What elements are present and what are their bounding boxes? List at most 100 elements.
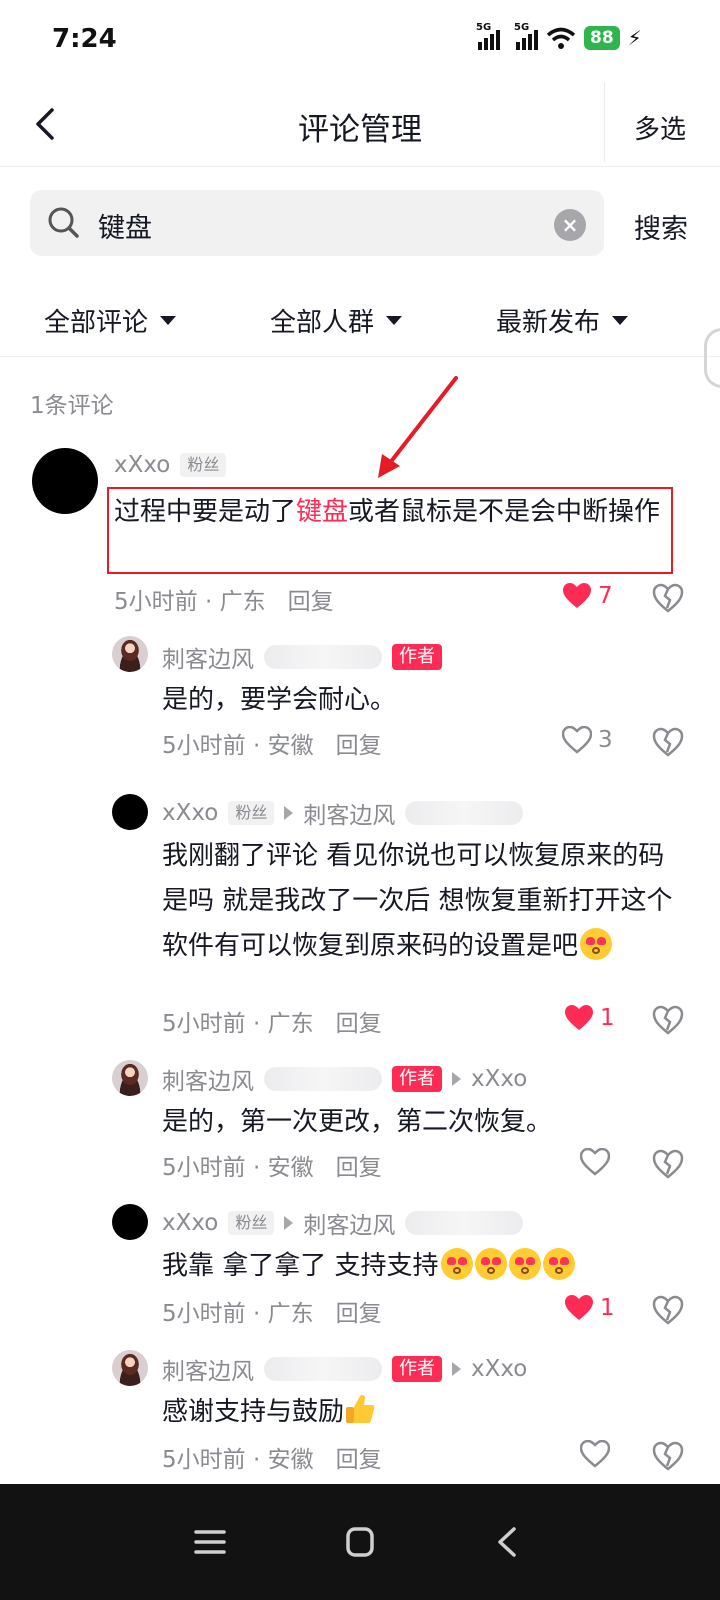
like-button[interactable] xyxy=(580,1440,616,1468)
wifi-icon xyxy=(546,27,576,49)
annotation-arrow-icon xyxy=(378,376,458,478)
edge-swipe-handle[interactable] xyxy=(704,328,720,388)
heart-filled-icon xyxy=(565,1295,593,1320)
reply-header: 刺客边风 作者 xyxy=(162,640,442,674)
reply-button[interactable]: 回复 xyxy=(336,1004,382,1038)
signal-icon: 5G xyxy=(476,22,500,50)
dislike-icon[interactable] xyxy=(652,1004,684,1036)
reply-to-arrow-icon xyxy=(284,1216,294,1230)
charging-icon: ⚡ xyxy=(627,26,642,50)
reply-text: 是的，第一次更改，第二次恢复。 xyxy=(162,1107,553,1137)
reply-text: 是的，要学会耐心。 xyxy=(162,685,397,715)
search-button[interactable]: 搜索 xyxy=(634,207,688,246)
reply-to-username[interactable]: 刺客边风 xyxy=(303,1206,395,1240)
battery-level: 88 xyxy=(584,26,620,50)
reply-header: xXxo 粉丝 刺客边风 xyxy=(162,1206,524,1240)
filter-sort[interactable]: 最新发布 xyxy=(496,302,629,339)
reply-header: xXxo 粉丝 刺客边风 xyxy=(162,796,524,830)
home-icon[interactable] xyxy=(340,1524,380,1560)
heart-outline-icon xyxy=(562,726,592,754)
filter-audience[interactable]: 全部人群 xyxy=(270,302,403,339)
signal-icon: 5G xyxy=(514,22,538,50)
heart-outline-icon xyxy=(580,1148,610,1176)
username[interactable]: 刺客边风 xyxy=(162,1062,254,1096)
avatar[interactable] xyxy=(32,448,98,514)
reply-button[interactable]: 回复 xyxy=(288,582,334,616)
reply-text: 我刚翻了评论 看见你说也可以恢复原来的码是吗 就是我改了一次后 想恢复重新打开这… xyxy=(162,841,673,961)
heart-filled-icon xyxy=(565,1005,593,1030)
username[interactable]: xXxo xyxy=(162,1210,218,1236)
dislike-icon[interactable] xyxy=(652,1148,684,1180)
heart-eyes-emoji-icon xyxy=(580,928,613,960)
dislike-icon[interactable] xyxy=(652,726,684,758)
caret-down-icon xyxy=(160,316,177,325)
clear-icon[interactable]: × xyxy=(554,209,586,241)
heart-eyes-emoji-icon xyxy=(440,1248,473,1280)
filter-comment-type[interactable]: 全部评论 xyxy=(44,302,177,339)
like-button[interactable]: 3 xyxy=(562,726,613,754)
reply-to-username[interactable]: xXxo xyxy=(471,1066,527,1092)
avatar[interactable] xyxy=(112,1350,148,1386)
menu-icon[interactable] xyxy=(190,1524,230,1560)
dislike-icon[interactable] xyxy=(652,1294,684,1326)
reply-to-username[interactable]: xXxo xyxy=(471,1356,527,1382)
reply-header: 刺客边风 作者 xXxo xyxy=(162,1352,527,1386)
caret-down-icon xyxy=(386,316,403,325)
fan-badge: 粉丝 xyxy=(180,453,227,477)
blurred-text xyxy=(264,1357,382,1381)
thumbs-up-emoji-icon xyxy=(346,1394,375,1423)
annotation-box xyxy=(107,487,673,574)
reply-meta: 5小时前 · 安徽 回复 xyxy=(162,1148,382,1182)
reply-meta: 5小时前 · 广东 回复 xyxy=(162,1294,382,1328)
search-icon xyxy=(48,207,79,238)
reply-meta: 5小时前 · 安徽 回复 xyxy=(162,1440,382,1474)
heart-eyes-emoji-icon xyxy=(508,1248,541,1280)
username[interactable]: xXxo xyxy=(162,800,218,826)
reply-to-arrow-icon xyxy=(452,1362,461,1376)
reply-meta: 5小时前 · 安徽 回复 xyxy=(162,726,382,760)
heart-eyes-emoji-icon xyxy=(542,1248,575,1280)
like-button[interactable]: 1 xyxy=(564,1294,615,1322)
reply-button[interactable]: 回复 xyxy=(336,726,382,760)
heart-filled-icon xyxy=(563,583,591,608)
dislike-icon[interactable] xyxy=(652,1440,684,1472)
heart-outline-icon xyxy=(580,1440,610,1468)
caret-down-icon xyxy=(612,316,629,325)
reply-meta: 5小时前 · 广东 回复 xyxy=(162,1004,382,1038)
avatar[interactable] xyxy=(112,794,148,830)
heart-eyes-emoji-icon xyxy=(474,1248,507,1280)
search-value[interactable]: 键盘 xyxy=(98,206,152,245)
reply-to-arrow-icon xyxy=(284,806,294,820)
avatar[interactable] xyxy=(112,1060,148,1096)
author-badge: 作者 xyxy=(392,1066,442,1092)
like-button[interactable]: 1 xyxy=(564,1004,615,1032)
blurred-text xyxy=(264,645,382,669)
reply-button[interactable]: 回复 xyxy=(336,1440,382,1474)
blurred-text xyxy=(405,801,524,825)
username[interactable]: xXxo xyxy=(114,452,170,478)
status-time: 7:24 xyxy=(52,24,117,54)
reply-button[interactable]: 回复 xyxy=(336,1148,382,1182)
back-nav-icon[interactable] xyxy=(488,1524,528,1560)
like-button[interactable] xyxy=(580,1148,616,1176)
author-badge: 作者 xyxy=(392,1356,442,1382)
multi-select-button[interactable]: 多选 xyxy=(634,109,686,146)
reply-to-username[interactable]: 刺客边风 xyxy=(303,796,395,830)
fan-badge: 粉丝 xyxy=(228,801,275,825)
username[interactable]: 刺客边风 xyxy=(162,640,254,674)
reply-to-arrow-icon xyxy=(452,1072,461,1086)
status-indicators: 5G 5G 88 ⚡ xyxy=(476,22,642,50)
reply-header: 刺客边风 作者 xXxo xyxy=(162,1062,527,1096)
divider xyxy=(604,82,605,162)
avatar[interactable] xyxy=(112,1204,148,1240)
fan-badge: 粉丝 xyxy=(228,1211,275,1235)
blurred-text xyxy=(405,1211,524,1235)
username[interactable]: 刺客边风 xyxy=(162,1352,254,1386)
avatar[interactable] xyxy=(112,636,148,672)
dislike-icon[interactable] xyxy=(652,582,684,614)
like-button[interactable]: 7 xyxy=(562,582,613,610)
divider xyxy=(0,356,720,357)
reply-text: 感谢支持与鼓励 xyxy=(162,1390,682,1435)
reply-button[interactable]: 回复 xyxy=(336,1294,382,1328)
comment-meta: 5小时前 · 广东 回复 xyxy=(114,582,334,616)
